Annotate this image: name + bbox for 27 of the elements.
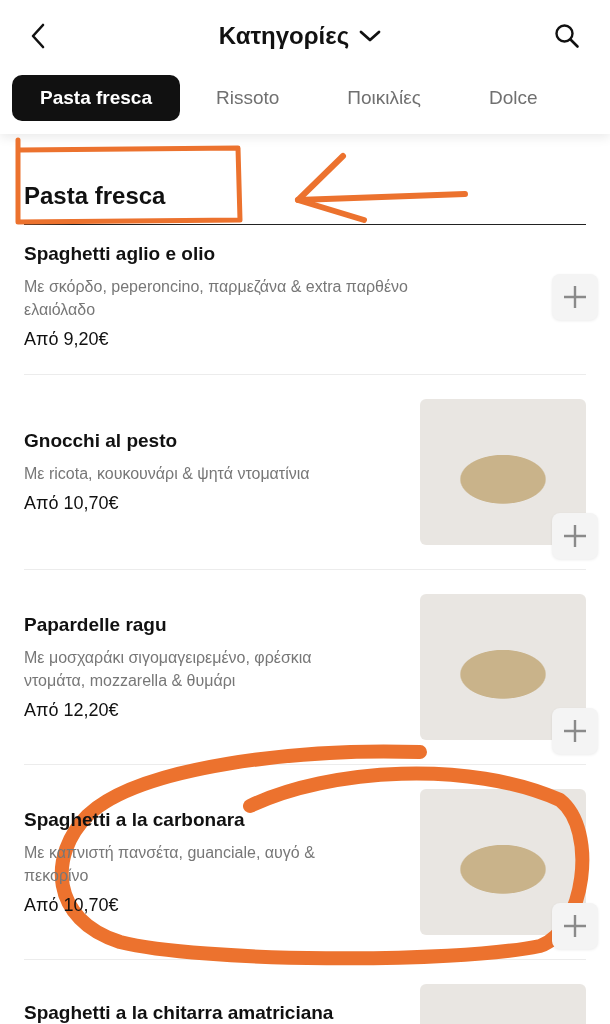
- dish-name: Spaghetti aglio e olio: [24, 243, 217, 265]
- dish-price: Από 9,20€: [24, 329, 110, 350]
- chevron-down-icon: [359, 29, 382, 43]
- plus-icon: [563, 914, 587, 938]
- search-icon: [554, 23, 580, 49]
- category-tab[interactable]: Pasta fresca: [12, 75, 180, 121]
- dish-name: Spaghetti a la chitarra amatriciana: [24, 1002, 335, 1024]
- dish-description: Με σκόρδο, peperoncino, παρμεζάνα & extra παρθένο ελαιόλαδο: [24, 277, 409, 320]
- plus-icon: [563, 284, 587, 309]
- category-tab[interactable]: Ποικιλίες: [315, 75, 453, 121]
- dish-price: Από 12,20€: [24, 699, 120, 721]
- section-heading: Pasta fresca: [24, 134, 586, 225]
- add-button[interactable]: [552, 513, 598, 559]
- dish-description: Με ricota, κουκουνάρι & ψητά ντοματίνια: [24, 464, 311, 484]
- categories-dropdown[interactable]: Κατηγορίες: [218, 22, 382, 50]
- plus-icon: [563, 524, 587, 548]
- plus-icon: [563, 719, 587, 743]
- chevron-left-icon: [30, 23, 46, 49]
- category-tab[interactable]: Dolce: [456, 75, 570, 121]
- dish-price: Από 10,70€: [24, 493, 120, 514]
- add-button[interactable]: [552, 708, 598, 754]
- dish-name: Gnocchi al pesto: [24, 430, 179, 452]
- add-button[interactable]: [552, 273, 598, 320]
- add-button[interactable]: [552, 903, 598, 949]
- dish-name: Papardelle ragu: [24, 613, 168, 636]
- dish-description: Με μοσχαράκι σιγομαγειρεμένο, φρέσκια ντομάτα, mozzarella & θυμάρι: [24, 647, 313, 691]
- category-tab[interactable]: Rissoto: [183, 75, 312, 121]
